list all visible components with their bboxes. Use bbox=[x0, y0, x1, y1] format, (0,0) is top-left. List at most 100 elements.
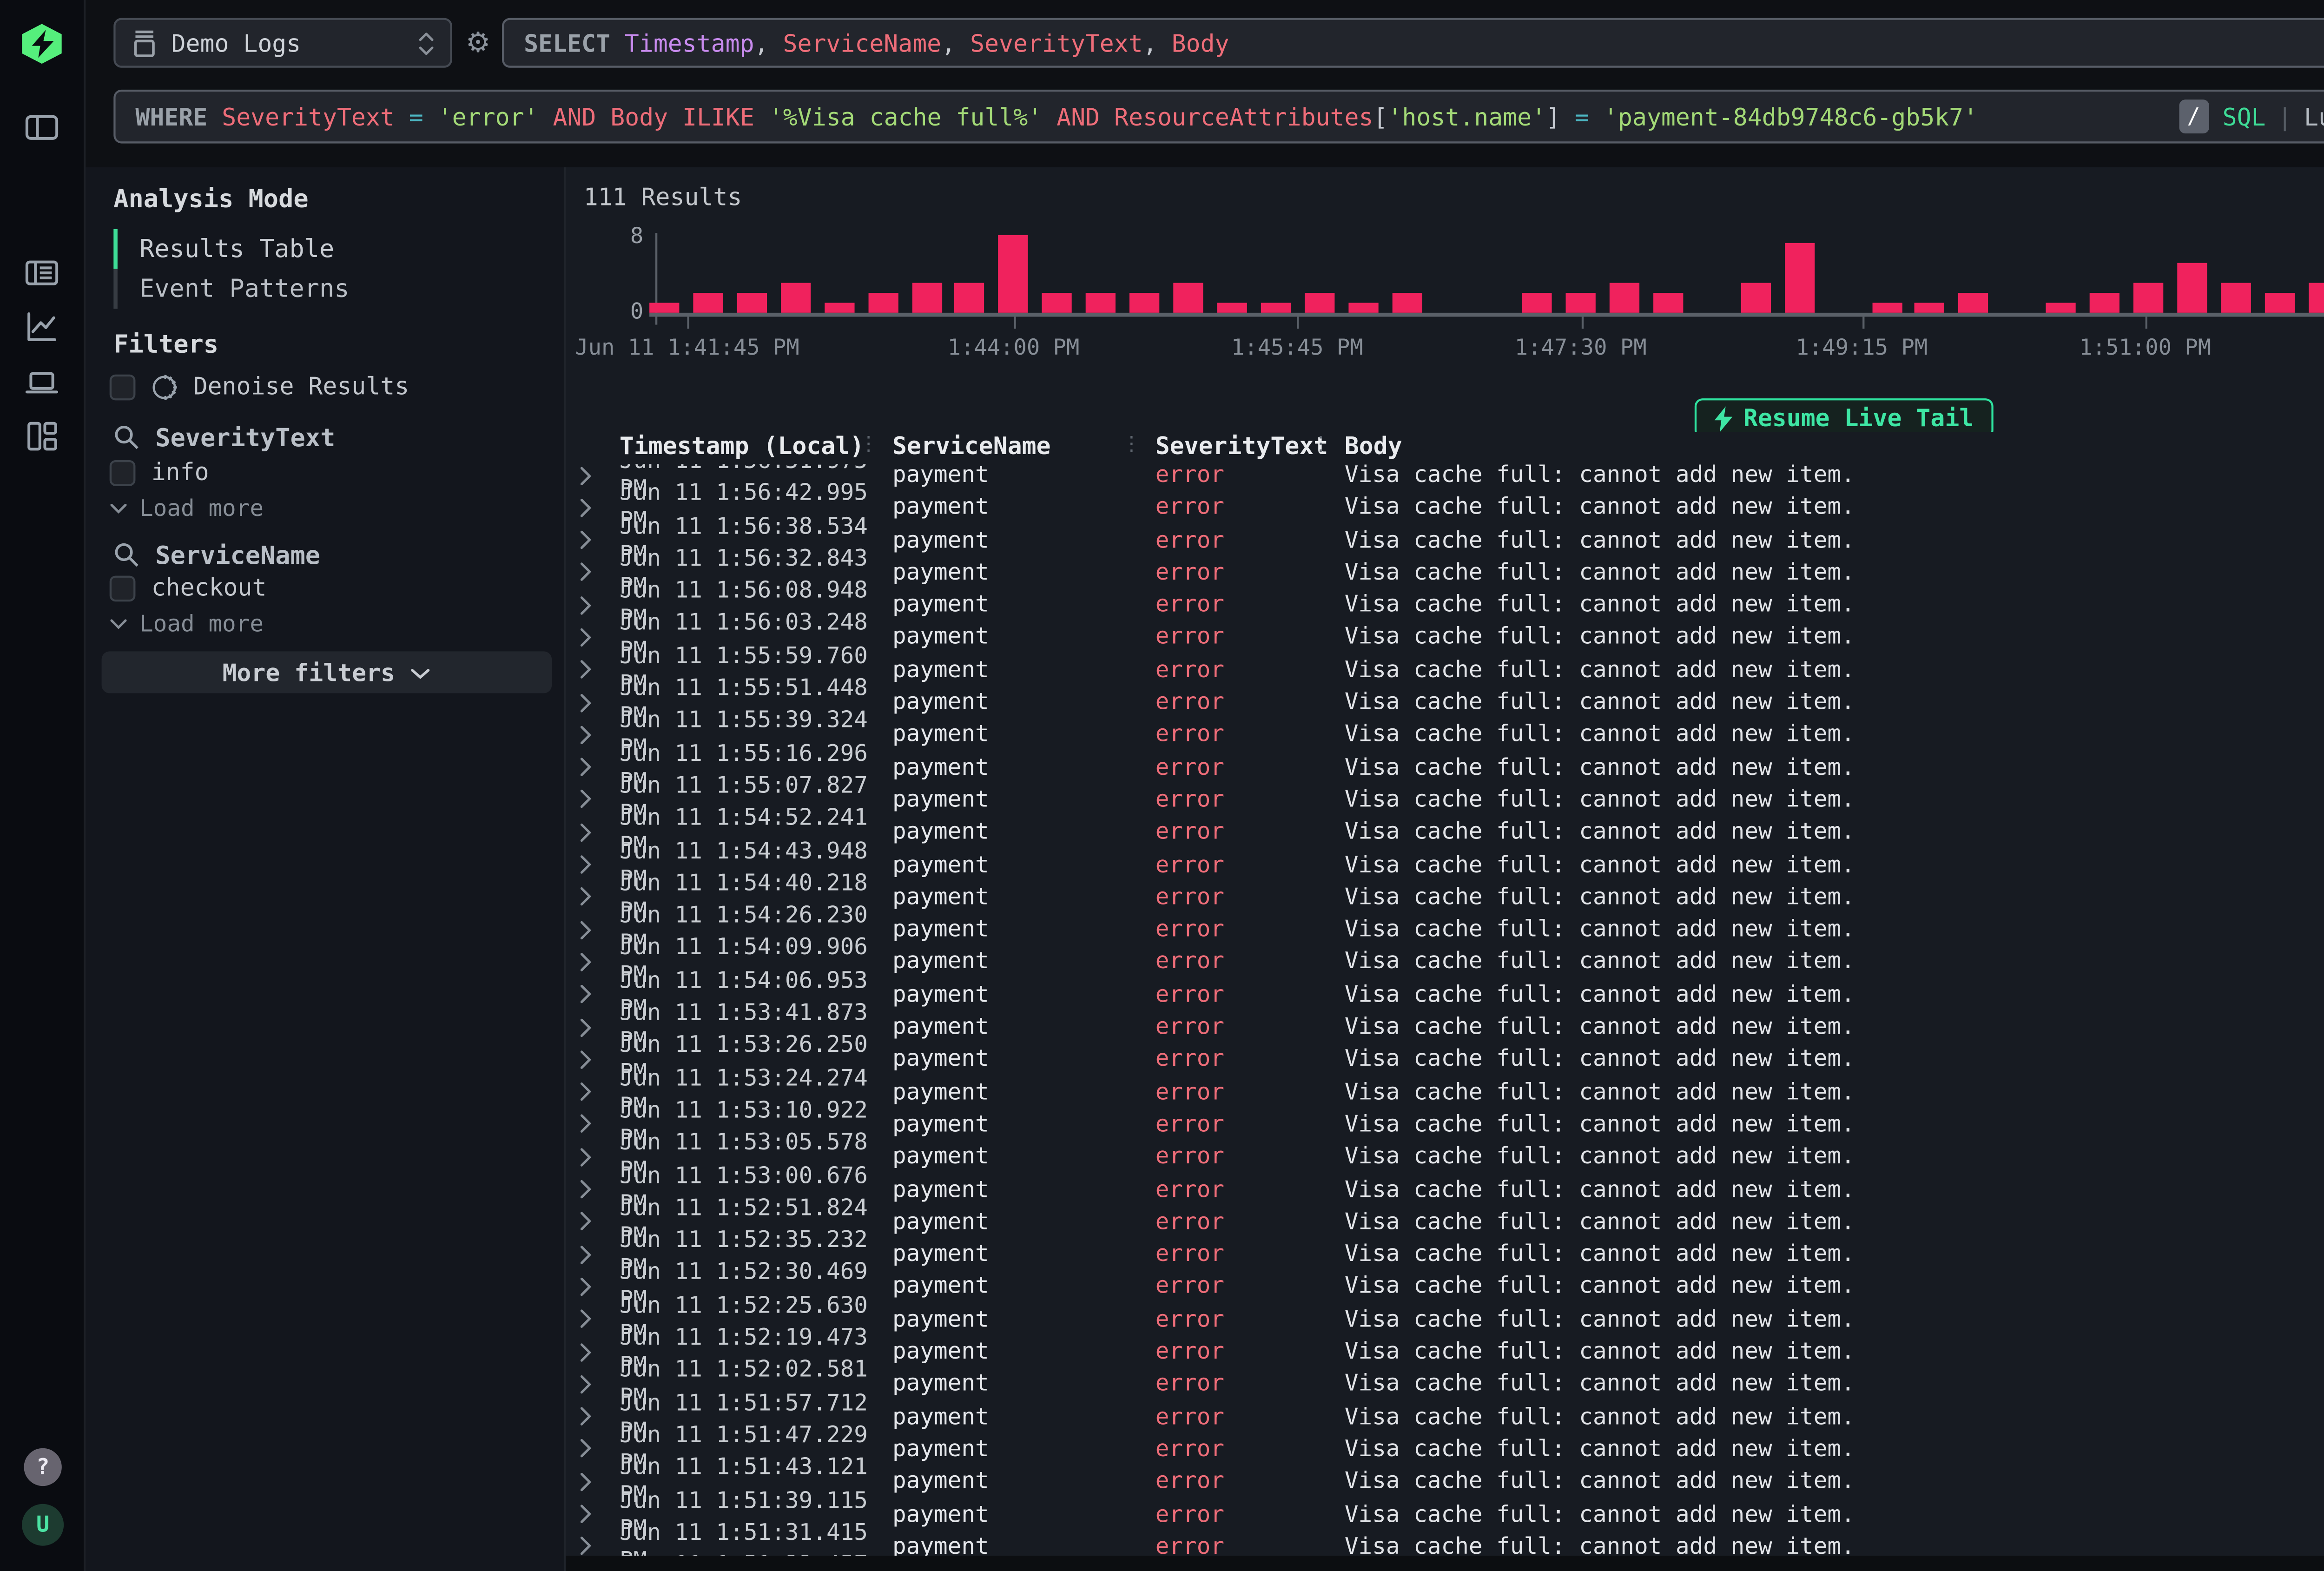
servicename-load-more[interactable]: Load more bbox=[110, 609, 264, 637]
col-timestamp[interactable]: Timestamp (Local) bbox=[620, 432, 892, 464]
histogram-bar[interactable] bbox=[1304, 293, 1334, 312]
sessions-icon[interactable] bbox=[24, 364, 59, 400]
row-expand-chevron-icon[interactable] bbox=[580, 723, 620, 745]
histogram-bar[interactable] bbox=[1042, 293, 1072, 312]
histogram-bar[interactable] bbox=[1086, 293, 1116, 312]
histogram-bar[interactable] bbox=[1261, 303, 1290, 313]
row-expand-chevron-icon[interactable] bbox=[580, 593, 620, 615]
row-expand-chevron-icon[interactable] bbox=[580, 1015, 620, 1037]
search-logs-icon[interactable] bbox=[24, 255, 59, 291]
histogram-bar[interactable] bbox=[737, 293, 766, 312]
row-expand-chevron-icon[interactable] bbox=[580, 1080, 620, 1102]
mode-event-patterns[interactable]: Event Patterns bbox=[113, 269, 538, 309]
row-expand-chevron-icon[interactable] bbox=[580, 1145, 620, 1167]
col-servicename[interactable]: ServiceName bbox=[892, 432, 1155, 464]
row-expand-chevron-icon[interactable] bbox=[580, 885, 620, 907]
denoise-checkbox[interactable] bbox=[110, 374, 136, 400]
row-expand-chevron-icon[interactable] bbox=[580, 788, 620, 810]
row-expand-chevron-icon[interactable] bbox=[580, 495, 620, 517]
row-expand-chevron-icon[interactable] bbox=[580, 690, 620, 712]
row-expand-chevron-icon[interactable] bbox=[580, 463, 620, 485]
sidebar-toggle-icon[interactable] bbox=[24, 110, 59, 145]
servicename-field-label[interactable]: ServiceName bbox=[155, 540, 320, 569]
histogram-bar[interactable] bbox=[1522, 293, 1552, 312]
row-expand-chevron-icon[interactable] bbox=[580, 755, 620, 777]
horizontal-scrollbar[interactable] bbox=[564, 1556, 2324, 1571]
histogram-bar[interactable] bbox=[1653, 293, 1683, 312]
histogram-bar[interactable] bbox=[1217, 303, 1247, 313]
histogram-bar[interactable] bbox=[1959, 293, 1988, 312]
histogram-bar[interactable] bbox=[1915, 303, 1945, 313]
histogram-bar[interactable] bbox=[2046, 303, 2076, 313]
row-expand-chevron-icon[interactable] bbox=[580, 1210, 620, 1232]
where-filter-input[interactable]: WHERE SeverityText = 'error' AND Body IL… bbox=[113, 90, 2324, 144]
results-histogram[interactable] bbox=[649, 233, 2324, 312]
column-resize-icon[interactable]: ⋮ bbox=[1311, 434, 1331, 456]
chart-explorer-icon[interactable] bbox=[24, 309, 59, 344]
row-expand-chevron-icon[interactable] bbox=[580, 983, 620, 1004]
select-columns-input[interactable]: SELECT Timestamp, ServiceName, SeverityT… bbox=[502, 18, 2324, 68]
row-expand-chevron-icon[interactable] bbox=[580, 1470, 620, 1492]
histogram-bar[interactable] bbox=[998, 234, 1028, 313]
col-body[interactable]: Body bbox=[1345, 432, 2324, 464]
row-expand-chevron-icon[interactable] bbox=[580, 1372, 620, 1394]
histogram-bar[interactable] bbox=[2090, 293, 2119, 312]
row-expand-chevron-icon[interactable] bbox=[580, 528, 620, 550]
help-button[interactable]: ? bbox=[24, 1448, 61, 1486]
histogram-bar[interactable] bbox=[1348, 303, 1378, 313]
histogram-bar[interactable] bbox=[1784, 244, 1814, 313]
source-settings-gear-icon[interactable]: ⚙ bbox=[456, 18, 500, 68]
info-label[interactable]: info bbox=[152, 458, 209, 486]
row-expand-chevron-icon[interactable] bbox=[580, 1177, 620, 1199]
user-avatar[interactable]: U bbox=[22, 1504, 64, 1546]
checkout-label[interactable]: checkout bbox=[152, 574, 267, 601]
row-expand-chevron-icon[interactable] bbox=[580, 1112, 620, 1134]
histogram-bar[interactable] bbox=[1741, 283, 1770, 312]
info-checkbox[interactable] bbox=[110, 459, 136, 485]
histogram-bar[interactable] bbox=[2133, 283, 2163, 312]
histogram-bar[interactable] bbox=[1566, 293, 1596, 312]
histogram-bar[interactable] bbox=[649, 303, 679, 313]
mode-results-table[interactable]: Results Table bbox=[113, 229, 538, 269]
row-expand-chevron-icon[interactable] bbox=[580, 1437, 620, 1459]
histogram-bar[interactable] bbox=[911, 283, 941, 312]
column-resize-icon[interactable]: ⋮ bbox=[858, 434, 878, 456]
more-filters-button[interactable]: More filters bbox=[102, 651, 552, 693]
row-expand-chevron-icon[interactable] bbox=[580, 820, 620, 842]
row-expand-chevron-icon[interactable] bbox=[580, 950, 620, 972]
row-expand-chevron-icon[interactable] bbox=[580, 918, 620, 939]
row-expand-chevron-icon[interactable] bbox=[580, 1048, 620, 1069]
histogram-bar[interactable] bbox=[1129, 293, 1159, 312]
row-expand-chevron-icon[interactable] bbox=[580, 626, 620, 647]
row-expand-chevron-icon[interactable] bbox=[580, 853, 620, 875]
lucene-mode-toggle[interactable]: Lucene bbox=[2304, 103, 2324, 131]
histogram-bar[interactable] bbox=[1392, 293, 1421, 312]
sql-mode-toggle[interactable]: SQL bbox=[2223, 103, 2266, 131]
severitytext-load-more[interactable]: Load more bbox=[110, 494, 264, 522]
source-select[interactable]: Demo Logs bbox=[113, 18, 452, 68]
row-expand-chevron-icon[interactable] bbox=[580, 1340, 620, 1361]
log-row[interactable]: Jun 11 1:56:51.975 PMpaymenterrorVisa ca… bbox=[564, 462, 2324, 479]
column-resize-icon[interactable]: ⋮ bbox=[1122, 434, 1142, 456]
histogram-bar[interactable] bbox=[868, 293, 898, 312]
checkout-checkbox[interactable] bbox=[110, 574, 136, 601]
histogram-bar[interactable] bbox=[1173, 283, 1203, 312]
histogram-bar[interactable] bbox=[2265, 293, 2294, 312]
histogram-bar[interactable] bbox=[693, 293, 723, 312]
histogram-bar[interactable] bbox=[780, 283, 810, 312]
row-expand-chevron-icon[interactable] bbox=[580, 1534, 620, 1556]
row-expand-chevron-icon[interactable] bbox=[580, 561, 620, 582]
histogram-bar[interactable] bbox=[824, 303, 854, 313]
histogram-bar[interactable] bbox=[2308, 283, 2324, 312]
histogram-bar[interactable] bbox=[1610, 283, 1639, 312]
row-expand-chevron-icon[interactable] bbox=[580, 1405, 620, 1426]
histogram-bar[interactable] bbox=[1871, 303, 1901, 313]
row-expand-chevron-icon[interactable] bbox=[580, 658, 620, 680]
histogram-bar[interactable] bbox=[955, 283, 985, 312]
app-logo-icon[interactable] bbox=[22, 24, 62, 64]
row-expand-chevron-icon[interactable] bbox=[580, 1502, 620, 1524]
histogram-bar[interactable] bbox=[2177, 264, 2207, 313]
dashboards-icon[interactable] bbox=[24, 418, 59, 454]
row-expand-chevron-icon[interactable] bbox=[580, 1275, 620, 1297]
row-expand-chevron-icon[interactable] bbox=[580, 1307, 620, 1329]
